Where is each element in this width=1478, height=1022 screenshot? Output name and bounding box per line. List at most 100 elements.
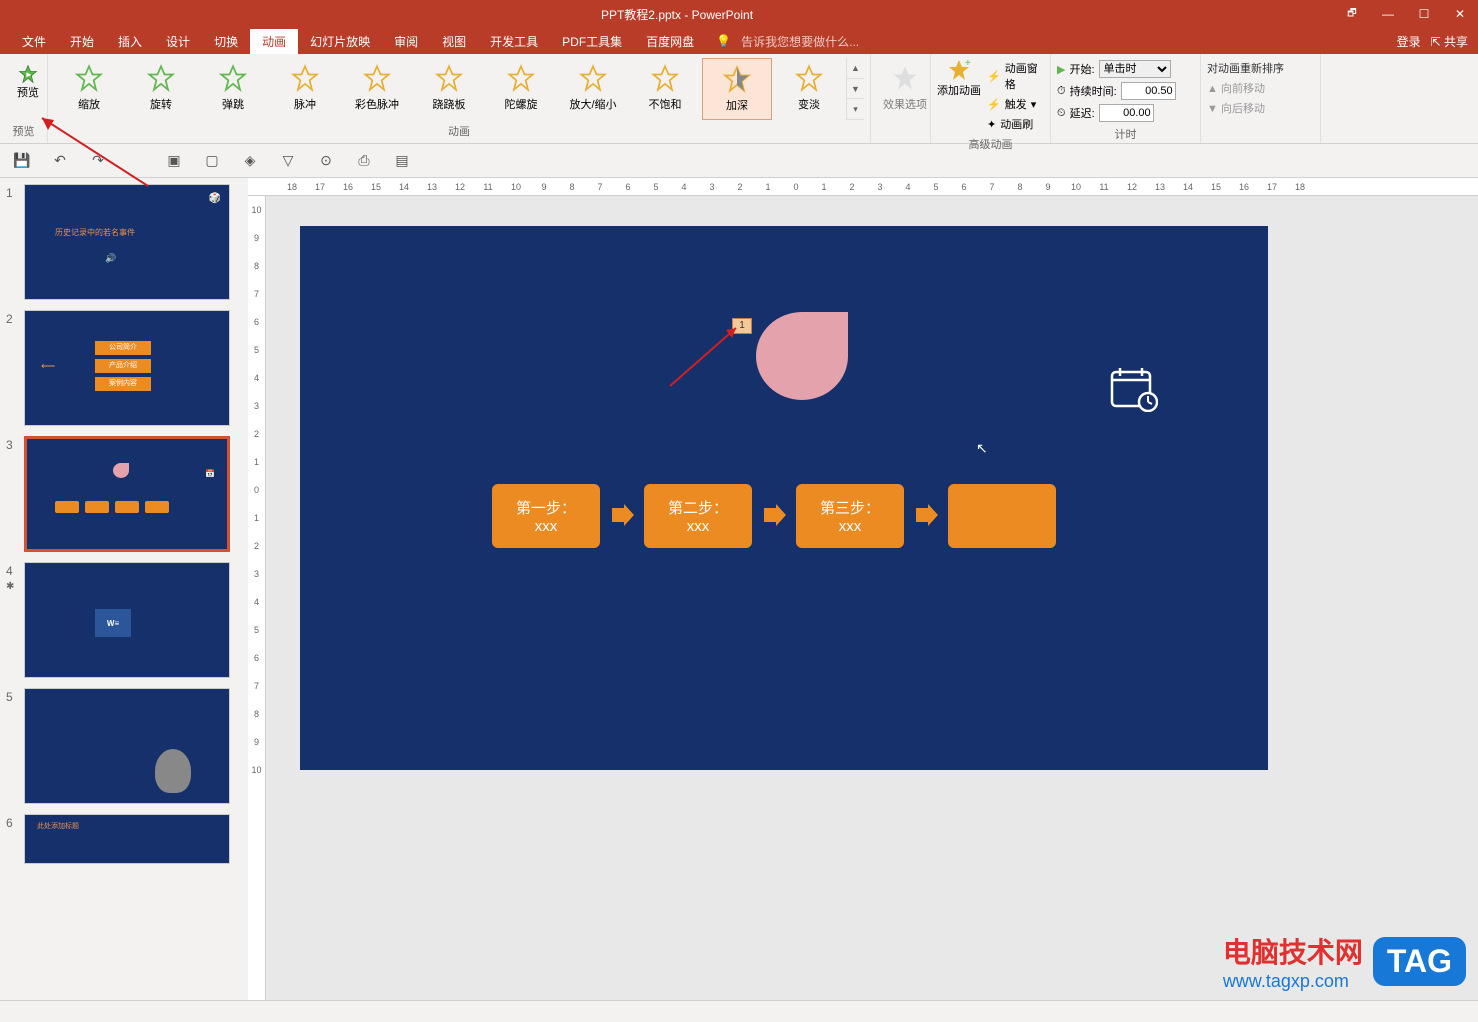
watermark-url: www.tagxp.com bbox=[1223, 971, 1363, 992]
tab-transitions[interactable]: 切换 bbox=[202, 29, 250, 54]
tab-developer[interactable]: 开发工具 bbox=[478, 29, 550, 54]
anim-gyro[interactable]: 陀螺旋 bbox=[486, 58, 556, 120]
qat-undo-button[interactable]: ↶ bbox=[50, 151, 70, 171]
tell-me-input[interactable]: 告诉我您想要做什么... bbox=[741, 33, 859, 50]
group-label-timing: 计时 bbox=[1057, 124, 1194, 142]
qat-save-button[interactable]: 💾 bbox=[12, 151, 32, 171]
step-box-3[interactable]: 第三步： xxx bbox=[796, 484, 904, 548]
preview-button[interactable]: 预览 bbox=[6, 58, 50, 100]
minimize-button[interactable]: — bbox=[1370, 0, 1406, 28]
window-title: PPT教程2.pptx - PowerPoint bbox=[20, 6, 1334, 23]
duration-icon: ⏱ bbox=[1057, 85, 1066, 98]
preview-star-icon bbox=[18, 64, 38, 84]
step-arrow-1[interactable] bbox=[610, 502, 636, 528]
share-button[interactable]: ⇱ 共享 bbox=[1431, 33, 1468, 50]
delay-icon: ⏲ bbox=[1057, 107, 1066, 120]
add-animation-button[interactable]: + 添加动画 bbox=[937, 58, 981, 134]
step-box-2[interactable]: 第二步： xxx bbox=[644, 484, 752, 548]
anim-pulse[interactable]: 脉冲 bbox=[270, 58, 340, 120]
qat-btn-4[interactable]: ▽ bbox=[278, 151, 298, 171]
vertical-ruler[interactable]: 10987654321012345678910 bbox=[248, 196, 266, 1000]
tab-home[interactable]: 开始 bbox=[58, 29, 106, 54]
tab-animations[interactable]: 动画 bbox=[250, 29, 298, 54]
thumb-num-4: 4✱ bbox=[6, 562, 24, 678]
slide-thumbnail-panel: 1 历史记录中的若名事件 🔊 🎲 2 公司简介 产品介绍 案例内容 ⟵ 3 📅 bbox=[0, 178, 248, 1000]
qat-btn-2[interactable]: ▢ bbox=[202, 151, 222, 171]
anim-darken[interactable]: 加深 bbox=[702, 58, 772, 120]
effect-options-icon bbox=[891, 64, 919, 92]
quick-access-toolbar: 💾 ↶ ↷ ▣ ▢ ◈ ▽ ⊙ ⎙ ▤ bbox=[0, 144, 1478, 178]
ribbon-display-button[interactable]: 🗗 bbox=[1334, 0, 1370, 28]
thumb-slide-5[interactable] bbox=[24, 688, 230, 804]
tab-pdf[interactable]: PDF工具集 bbox=[550, 29, 634, 54]
thumb-slide-4[interactable]: W≡ bbox=[24, 562, 230, 678]
delay-label: 延迟: bbox=[1070, 105, 1095, 121]
calendar-clock-icon[interactable] bbox=[1108, 366, 1158, 412]
animation-pane-button[interactable]: ⚡动画窗格 bbox=[987, 58, 1044, 94]
trigger-button[interactable]: ⚡触发 ▾ bbox=[987, 94, 1044, 114]
delay-input[interactable] bbox=[1099, 104, 1154, 122]
pink-teardrop-shape[interactable] bbox=[756, 312, 848, 400]
menu-bar: 文件 开始 插入 设计 切换 动画 幻灯片放映 审阅 视图 开发工具 PDF工具… bbox=[0, 28, 1478, 54]
login-link[interactable]: 登录 bbox=[1397, 33, 1421, 50]
start-play-icon: ▶ bbox=[1057, 63, 1065, 76]
tell-me-icon: 💡 bbox=[716, 34, 731, 48]
step-arrow-2[interactable] bbox=[762, 502, 788, 528]
title-bar: PPT教程2.pptx - PowerPoint 🗗 — ☐ ✕ bbox=[0, 0, 1478, 28]
move-earlier-button[interactable]: ▲ 向前移动 bbox=[1207, 78, 1314, 98]
thumb-slide-1[interactable]: 历史记录中的若名事件 🔊 🎲 bbox=[24, 184, 230, 300]
animation-gallery[interactable]: 缩放 旋转 弹跳 脉冲 彩色脉冲 跷跷板 陀螺旋 放大/缩小 不饱和 加深 变淡… bbox=[54, 58, 864, 120]
group-label-animation: 动画 bbox=[54, 121, 864, 139]
gallery-up-icon[interactable]: ▲ bbox=[847, 58, 864, 79]
thumb-num-6: 6 bbox=[6, 814, 24, 864]
qat-btn-1[interactable]: ▣ bbox=[164, 151, 184, 171]
watermark: 电脑技术网 www.tagxp.com TAG bbox=[1223, 931, 1466, 992]
tab-file[interactable]: 文件 bbox=[10, 29, 58, 54]
thumb-slide-6[interactable]: 此处添加标题 bbox=[24, 814, 230, 864]
thumb-slide-2[interactable]: 公司简介 产品介绍 案例内容 ⟵ bbox=[24, 310, 230, 426]
tab-baidu[interactable]: 百度网盘 bbox=[634, 29, 706, 54]
gallery-more-icon[interactable]: ▾ bbox=[847, 99, 864, 120]
anim-zoom[interactable]: 缩放 bbox=[54, 58, 124, 120]
gallery-scroll[interactable]: ▲ ▼ ▾ bbox=[846, 58, 864, 120]
step-arrow-3[interactable] bbox=[914, 502, 940, 528]
duration-input[interactable] bbox=[1121, 82, 1176, 100]
step-box-4[interactable] bbox=[948, 484, 1056, 548]
effect-options-button[interactable]: 效果选项 bbox=[877, 58, 933, 112]
animation-painter-button[interactable]: ✦动画刷 bbox=[987, 114, 1044, 134]
qat-btn-5[interactable]: ⊙ bbox=[316, 151, 336, 171]
anim-growsrink[interactable]: 放大/缩小 bbox=[558, 58, 628, 120]
thumb-num-1: 1 bbox=[6, 184, 24, 300]
animation-order-tag[interactable]: 1 bbox=[732, 318, 752, 334]
tab-review[interactable]: 审阅 bbox=[382, 29, 430, 54]
gallery-down-icon[interactable]: ▼ bbox=[847, 79, 864, 100]
start-select[interactable]: 单击时 bbox=[1099, 60, 1171, 78]
anim-desaturate[interactable]: 不饱和 bbox=[630, 58, 700, 120]
horizontal-ruler[interactable]: 1817161514131211109876543210123456789101… bbox=[248, 178, 1478, 196]
qat-redo-button[interactable]: ↷ bbox=[88, 151, 108, 171]
step-box-1[interactable]: 第一步： xxx bbox=[492, 484, 600, 548]
maximize-button[interactable]: ☐ bbox=[1406, 0, 1442, 28]
group-label-preview: 预览 bbox=[6, 121, 41, 139]
tab-insert[interactable]: 插入 bbox=[106, 29, 154, 54]
slide-canvas[interactable]: 1 第一步： xxx 第二步： xxx bbox=[300, 226, 1268, 770]
anim-colorpulse[interactable]: 彩色脉冲 bbox=[342, 58, 412, 120]
close-button[interactable]: ✕ bbox=[1442, 0, 1478, 28]
thumb-slide-3[interactable]: 📅 bbox=[24, 436, 230, 552]
anim-spin[interactable]: 旋转 bbox=[126, 58, 196, 120]
qat-btn-7[interactable]: ▤ bbox=[392, 151, 412, 171]
einstein-portrait bbox=[155, 749, 191, 793]
ribbon: 预览 预览 缩放 旋转 弹跳 脉冲 彩色脉冲 跷跷板 陀螺旋 放大/缩小 不饱和… bbox=[0, 54, 1478, 144]
status-bar bbox=[0, 1000, 1478, 1022]
anim-bounce[interactable]: 弹跳 bbox=[198, 58, 268, 120]
qat-btn-6[interactable]: ⎙ bbox=[354, 151, 374, 171]
mouse-cursor-icon: ↖ bbox=[976, 440, 988, 457]
slide-edit-area: 1817161514131211109876543210123456789101… bbox=[248, 178, 1478, 1000]
tab-view[interactable]: 视图 bbox=[430, 29, 478, 54]
anim-lighten[interactable]: 变淡 bbox=[774, 58, 844, 120]
anim-teeter[interactable]: 跷跷板 bbox=[414, 58, 484, 120]
tab-slideshow[interactable]: 幻灯片放映 bbox=[298, 29, 382, 54]
qat-btn-3[interactable]: ◈ bbox=[240, 151, 260, 171]
move-later-button[interactable]: ▼ 向后移动 bbox=[1207, 98, 1314, 118]
tab-design[interactable]: 设计 bbox=[154, 29, 202, 54]
